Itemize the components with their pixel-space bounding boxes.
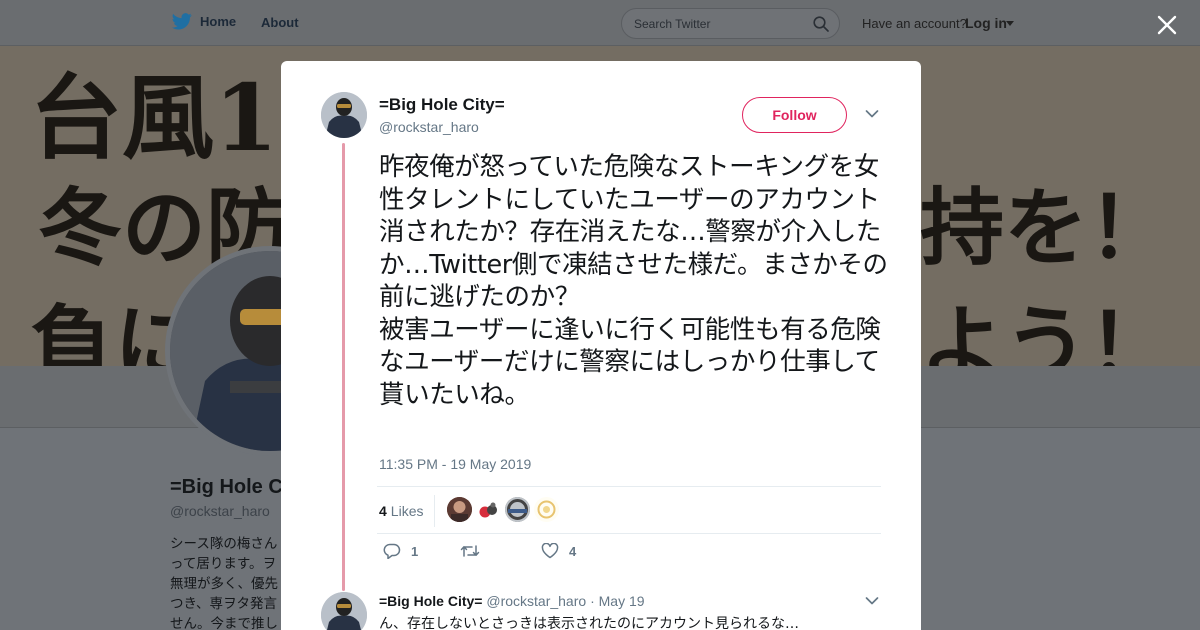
chevron-down-icon[interactable] [865,596,879,606]
search-input[interactable] [634,9,804,38]
twitter-bird-icon [172,13,192,30]
search-box [621,8,840,39]
nav-about-link[interactable]: About [261,15,299,30]
tweet-actions: 1 4 [377,543,881,567]
nav-home-label: Home [200,14,237,29]
character-avatar-icon [476,497,501,522]
liker-avatar[interactable] [476,497,501,522]
reply-header: =Big Hole City= @rockstar_haro · May 19 [379,593,645,609]
likes-count-link[interactable]: 4 Likes [379,503,423,519]
tweet-author-handle[interactable]: @rockstar_haro [379,119,479,135]
reply-action[interactable]: 1 [383,543,418,559]
login-dropdown-caret-icon[interactable] [1006,21,1014,26]
liker-avatar[interactable] [505,497,530,522]
like-action[interactable]: 4 [541,543,576,559]
thread-line [342,143,345,591]
retweet-action[interactable] [460,543,490,559]
close-icon[interactable] [1155,13,1179,37]
retweet-icon [460,545,480,557]
banner-text-line: よう！ [920,295,1173,366]
reply-count: 1 [411,543,419,559]
have-account-text: Have an account? [862,16,967,31]
chevron-down-icon[interactable] [865,109,879,119]
reply-tweet[interactable]: =Big Hole City= @rockstar_haro · May 19 … [281,584,921,630]
reply-icon [383,543,401,559]
like-count: 4 [569,543,577,559]
soldier-avatar-icon [321,92,367,138]
reply-author-name[interactable]: =Big Hole City= [379,593,482,609]
tweet-text: 昨夜俺が怒っていた危険なストーキングを女性タレントにしていたユーザーのアカウント… [379,152,888,410]
person-avatar-icon [447,497,472,522]
liker-avatar[interactable] [447,497,472,522]
reply-author-avatar[interactable] [321,592,367,630]
search-icon[interactable] [813,16,829,32]
top-navigation: Home About Have an account? Log in [0,0,1200,46]
likes-label: Likes [390,503,424,519]
likes-count-value: 4 [379,503,387,519]
tweet-timestamp[interactable]: 11:35 PM - 19 May 2019 [379,456,531,472]
emblem-avatar-icon [534,497,559,522]
reply-author-handle[interactable]: @rockstar_haro [486,593,586,609]
tweet-stats: 4 Likes [377,486,881,534]
login-link[interactable]: Log in [965,15,1007,31]
stats-divider [434,495,435,527]
profile-bio: シース隊の梅さん って居ります。ヲ 無理が多く、優先 つき、専ヲタ発言 せん。今… [170,536,278,630]
logo-avatar-icon [505,497,530,522]
follow-button[interactable]: Follow [742,97,847,133]
banner-text-line: 持を！ [920,178,1173,277]
tweet-author-avatar[interactable] [321,92,367,138]
profile-handle: @rockstar_haro [170,503,270,519]
reply-date[interactable]: May 19 [599,593,645,609]
soldier-avatar-icon [321,592,367,630]
reply-separator: · [590,593,595,609]
tweet-author-name[interactable]: =Big Hole City= [379,95,505,115]
nav-home-link[interactable]: Home [172,13,236,30]
heart-icon [541,543,559,559]
liker-avatar[interactable] [534,497,559,522]
reply-text: ん、存在しないとさっきは表示されたのにアカウント見られるな… [379,616,799,630]
tweet-modal: =Big Hole City= @rockstar_haro Follow 昨夜… [281,61,921,630]
